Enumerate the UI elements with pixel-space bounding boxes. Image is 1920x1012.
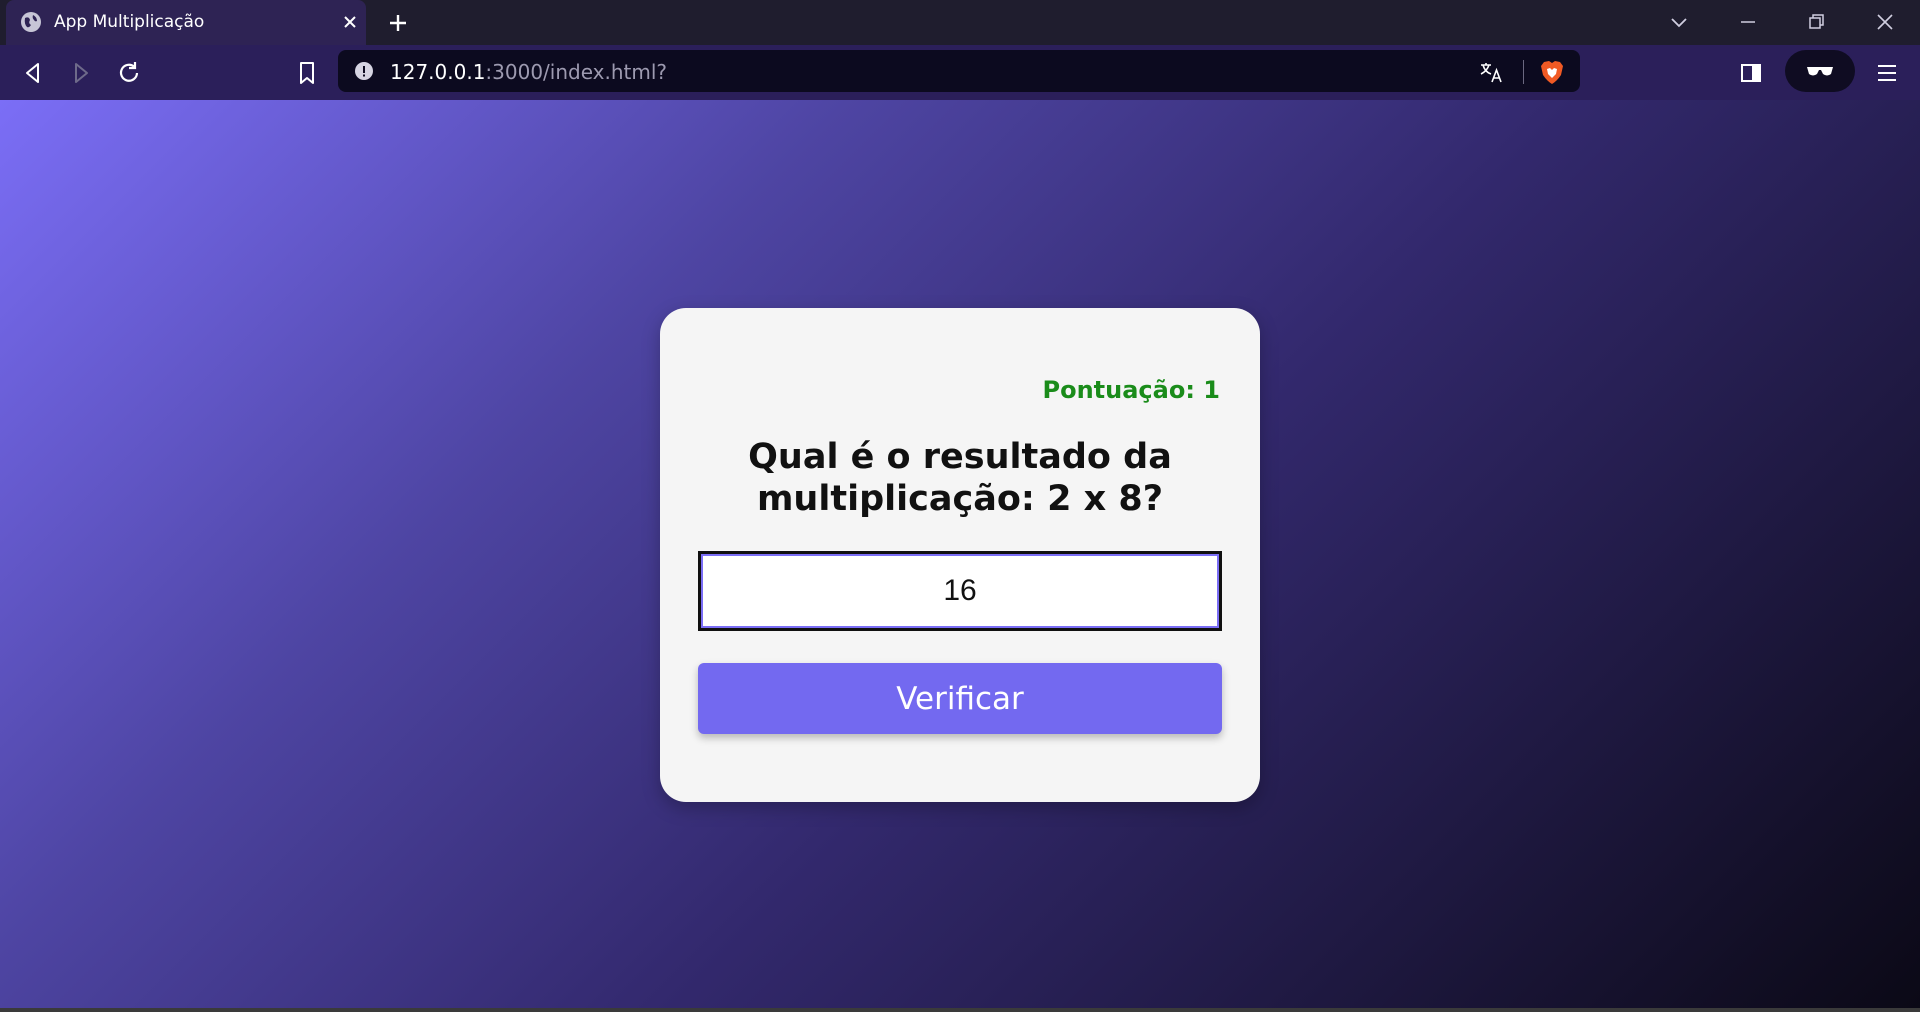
globe-icon bbox=[21, 12, 41, 32]
back-icon[interactable] bbox=[18, 58, 48, 88]
restore-icon[interactable] bbox=[1801, 8, 1831, 36]
address-bar-divider bbox=[1523, 60, 1524, 84]
browser-window: App Multiplicação 127.0.0.1:3000/index.h… bbox=[0, 0, 1920, 1012]
browser-toolbar: 127.0.0.1:3000/index.html? bbox=[0, 45, 1920, 100]
window-close-icon[interactable] bbox=[1870, 8, 1900, 36]
bookmark-icon[interactable] bbox=[292, 58, 322, 88]
verify-button[interactable]: Verificar bbox=[698, 663, 1222, 734]
quiz-card: Pontuação: 1 Qual é o resultado da multi… bbox=[660, 308, 1260, 802]
page-content: Pontuação: 1 Qual é o resultado da multi… bbox=[0, 100, 1920, 1008]
url-host: 127.0.0.1 bbox=[390, 60, 486, 84]
url-path: :3000/index.html? bbox=[485, 60, 668, 84]
forward-icon[interactable] bbox=[66, 58, 96, 88]
site-info-icon[interactable] bbox=[354, 61, 374, 81]
menu-icon[interactable] bbox=[1872, 58, 1902, 88]
tab-search-chevron-icon[interactable] bbox=[1664, 8, 1694, 36]
question-text: Qual é o resultado da multiplicação: 2 x… bbox=[748, 437, 1172, 519]
brave-shields-icon[interactable] bbox=[1538, 58, 1566, 86]
tab-strip: App Multiplicação bbox=[0, 0, 1920, 45]
close-icon[interactable] bbox=[338, 10, 362, 34]
minimize-icon[interactable] bbox=[1733, 8, 1763, 36]
sidebar-toggle-icon[interactable] bbox=[1736, 58, 1766, 88]
tab-app-multiplicacao[interactable]: App Multiplicação bbox=[6, 0, 366, 45]
score-label: Pontuação: 1 bbox=[1042, 376, 1220, 404]
tab-title: App Multiplicação bbox=[54, 12, 205, 32]
glasses-icon bbox=[1807, 67, 1833, 76]
reload-icon[interactable] bbox=[114, 58, 144, 88]
private-window-badge[interactable] bbox=[1785, 50, 1855, 92]
new-tab-icon[interactable] bbox=[384, 9, 412, 37]
address-bar[interactable]: 127.0.0.1:3000/index.html? bbox=[338, 50, 1580, 92]
translate-icon[interactable] bbox=[1478, 59, 1504, 85]
url-text[interactable]: 127.0.0.1:3000/index.html? bbox=[390, 60, 667, 84]
answer-input[interactable] bbox=[698, 551, 1222, 631]
window-bottom-border bbox=[0, 1008, 1920, 1012]
